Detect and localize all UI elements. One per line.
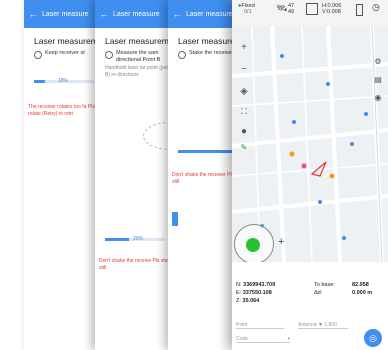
map-view[interactable]: + − ◈ ⛶ ● ✎ ⚙ ▤ ◉ + [232, 26, 388, 262]
progress-label: 18% [58, 78, 69, 84]
option-label: Keep receiver st [45, 50, 85, 56]
gnss-status-bar: ●Fixed 0/1 🛰 47 49 H:0.006 V:0.008 ◷ [232, 0, 388, 26]
progress-fill [178, 150, 238, 153]
screen-laser-step2: ← Laser measure Laser measurem Measure t… [95, 0, 175, 350]
app-bar-title: Laser measure [186, 10, 233, 18]
settings-icon[interactable]: ● [238, 126, 250, 138]
warning-text: Don't shake the receive Pls stay still [99, 258, 170, 271]
radio-icon[interactable] [105, 51, 113, 59]
app-bar: ← Laser measure [95, 0, 175, 28]
app-bar: ← Laser measure [24, 0, 104, 28]
hint-text: Handhold laser lar point (point B) re di… [105, 64, 172, 78]
point-name-field[interactable]: Point [236, 322, 284, 329]
position-indicator [246, 238, 260, 252]
fix-status[interactable]: ●Fixed 0/1 [238, 3, 255, 15]
layers-icon[interactable]: ◈ [238, 86, 250, 98]
option-label: Measure the sam directional Point B [116, 50, 161, 64]
progress-fill [34, 80, 45, 83]
progress-bar [178, 150, 238, 153]
option-measure-point-b[interactable]: Measure the sam directional Point B [95, 46, 175, 65]
back-arrow-icon[interactable]: ← [168, 9, 186, 19]
app-bar-title: Laser measure [42, 10, 89, 18]
draw-icon[interactable]: ✎ [238, 142, 250, 154]
collect-point-button[interactable]: ◎ [364, 329, 382, 347]
page-title: Laser measurem [105, 36, 169, 46]
precision-readout: H:0.006 V:0.008 [322, 3, 342, 15]
battery-icon [356, 4, 363, 16]
survey-icon[interactable]: ◉ [372, 92, 384, 104]
clock-icon[interactable]: ◷ [372, 2, 380, 13]
screen-survey-map: ●Fixed 0/1 🛰 47 49 H:0.006 V:0.008 ◷ + −… [232, 0, 388, 350]
satellite-icon[interactable]: 🛰 [276, 3, 287, 14]
code-field[interactable]: Code ▾ [236, 336, 290, 343]
zoom-out-icon[interactable]: − [238, 64, 250, 76]
datalink-icon[interactable] [306, 3, 318, 15]
radio-icon[interactable] [178, 51, 186, 59]
page-title: Laser measurem [34, 36, 98, 46]
screen-laser-step1: ← Laser measure Laser measurem Keep rece… [24, 0, 104, 350]
option-keep-still[interactable]: Keep receiver st [24, 46, 104, 59]
warning-text: The receiver rotates too fa Pls rotate (… [28, 104, 95, 117]
option-label: Stake the receiver [189, 50, 234, 56]
gear-icon[interactable]: ⚙ [372, 56, 384, 68]
zoom-in-icon[interactable]: + [238, 42, 250, 54]
satellite-count: 47 49 [288, 3, 295, 15]
radio-icon[interactable] [34, 51, 42, 59]
crosshair-icon[interactable]: + [278, 236, 284, 248]
antenna-height-field[interactable]: Antenna ▼ 1.800 [298, 322, 348, 329]
back-arrow-icon[interactable]: ← [95, 9, 113, 19]
progress-label: 20% [133, 236, 144, 242]
fullscreen-icon[interactable]: ⛶ [238, 106, 250, 118]
progress-fill [105, 238, 129, 241]
app-bar-title: Laser measure [113, 10, 160, 18]
back-arrow-icon[interactable]: ← [24, 9, 42, 19]
storage-icon[interactable]: ▤ [372, 74, 384, 86]
slider-handle[interactable] [172, 212, 178, 226]
